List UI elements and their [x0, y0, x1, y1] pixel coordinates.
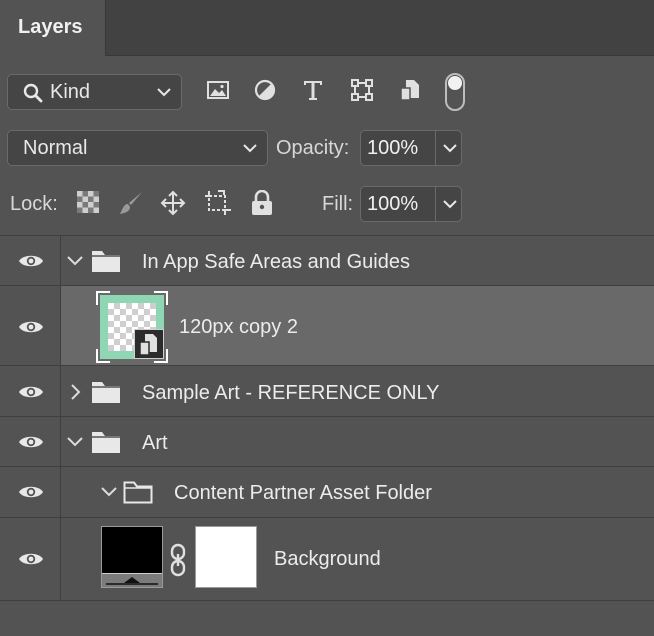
filter-kind-dropdown[interactable]: Kind	[7, 74, 182, 110]
chevron-right-icon[interactable]	[71, 384, 81, 400]
visibility-cell[interactable]	[0, 236, 61, 285]
shape-filter-icon[interactable]	[350, 78, 374, 102]
visibility-cell[interactable]	[0, 286, 61, 365]
chain-link-icon[interactable]	[169, 543, 187, 577]
visibility-cell[interactable]	[0, 467, 61, 517]
layer-name[interactable]: Content Partner Asset Folder	[174, 482, 432, 505]
lock-transparent-pixels-icon[interactable]	[76, 190, 100, 214]
smart-object-badge-icon	[134, 329, 164, 359]
layer-name[interactable]: In App Safe Areas and Guides	[142, 251, 410, 274]
blend-mode-dropdown[interactable]: Normal	[7, 130, 268, 166]
selection-corner	[96, 291, 110, 305]
lock-label: Lock:	[10, 193, 58, 215]
opacity-field[interactable]: 100%	[360, 130, 462, 166]
layer-thumbnail[interactable]	[101, 526, 163, 588]
visibility-cell[interactable]	[0, 366, 61, 416]
layers-tab[interactable]: Layers	[0, 0, 106, 56]
toggle-knob	[448, 76, 462, 90]
eye-icon[interactable]	[18, 383, 44, 401]
filter-toggle-switch[interactable]	[445, 73, 465, 111]
layer-name[interactable]: Art	[142, 432, 168, 455]
lock-position-icon[interactable]	[160, 190, 186, 216]
layer-mask-thumbnail[interactable]	[195, 526, 257, 588]
combo-divider	[435, 131, 436, 165]
layer-name[interactable]: 120px copy 2	[179, 316, 298, 339]
layer-row-group[interactable]: Art	[0, 417, 654, 467]
selection-corner	[154, 291, 168, 305]
layer-row-group[interactable]: In App Safe Areas and Guides	[0, 235, 654, 286]
lock-image-pixels-icon[interactable]	[118, 190, 144, 216]
eye-icon[interactable]	[18, 483, 44, 501]
layer-row-smart-object[interactable]: 120px copy 2	[0, 286, 654, 366]
eye-icon[interactable]	[18, 318, 44, 336]
chevron-down-icon[interactable]	[443, 200, 457, 209]
blend-mode-label: Normal	[23, 137, 88, 159]
folder-icon	[91, 249, 121, 273]
chevron-down-icon	[243, 144, 257, 153]
visibility-cell[interactable]	[0, 417, 61, 466]
folder-outline-icon	[123, 480, 153, 504]
layer-row-background[interactable]: Background	[0, 518, 654, 601]
folder-icon	[91, 430, 121, 454]
eye-icon[interactable]	[18, 252, 44, 270]
folder-icon	[91, 380, 121, 404]
chevron-down-icon[interactable]	[67, 256, 83, 266]
lock-artboard-icon[interactable]	[204, 190, 232, 216]
layer-content[interactable]: Art	[61, 417, 654, 466]
layer-name[interactable]: Background	[274, 548, 381, 571]
layer-content[interactable]: Content Partner Asset Folder	[61, 467, 654, 517]
layer-content[interactable]: Background	[61, 518, 654, 600]
layer-content[interactable]: Sample Art - REFERENCE ONLY	[61, 366, 654, 416]
layer-content[interactable]: In App Safe Areas and Guides	[61, 236, 654, 285]
chevron-down-icon	[157, 88, 171, 97]
fill-value[interactable]: 100%	[367, 193, 418, 216]
chevron-down-icon[interactable]	[443, 144, 457, 153]
layer-name[interactable]: Sample Art - REFERENCE ONLY	[142, 382, 439, 405]
combo-divider	[435, 187, 436, 221]
chevron-down-icon[interactable]	[101, 487, 117, 497]
panel-tab-bar: Layers	[0, 0, 654, 56]
opacity-label: Opacity:	[276, 137, 350, 159]
adjustment-filter-icon[interactable]	[253, 78, 277, 102]
layer-thumbnail[interactable]	[96, 291, 168, 363]
search-icon	[23, 83, 43, 103]
fill-field[interactable]: 100%	[360, 186, 462, 222]
artboard-bar	[102, 573, 162, 587]
smart-object-filter-icon[interactable]	[398, 78, 422, 102]
layer-content[interactable]: 120px copy 2	[61, 286, 654, 365]
visibility-cell[interactable]	[0, 518, 61, 600]
fill-label: Fill:	[322, 193, 354, 215]
lock-all-icon[interactable]	[250, 190, 274, 216]
type-filter-icon[interactable]	[301, 78, 325, 102]
chevron-down-icon[interactable]	[67, 437, 83, 447]
selection-corner	[96, 349, 110, 363]
layer-row-group[interactable]: Sample Art - REFERENCE ONLY	[0, 366, 654, 417]
image-filter-icon[interactable]	[206, 78, 230, 102]
eye-icon[interactable]	[18, 550, 44, 568]
eye-icon[interactable]	[18, 433, 44, 451]
filter-kind-label: Kind	[50, 81, 91, 103]
opacity-value[interactable]: 100%	[367, 137, 418, 160]
layer-row-group[interactable]: Content Partner Asset Folder	[0, 467, 654, 518]
